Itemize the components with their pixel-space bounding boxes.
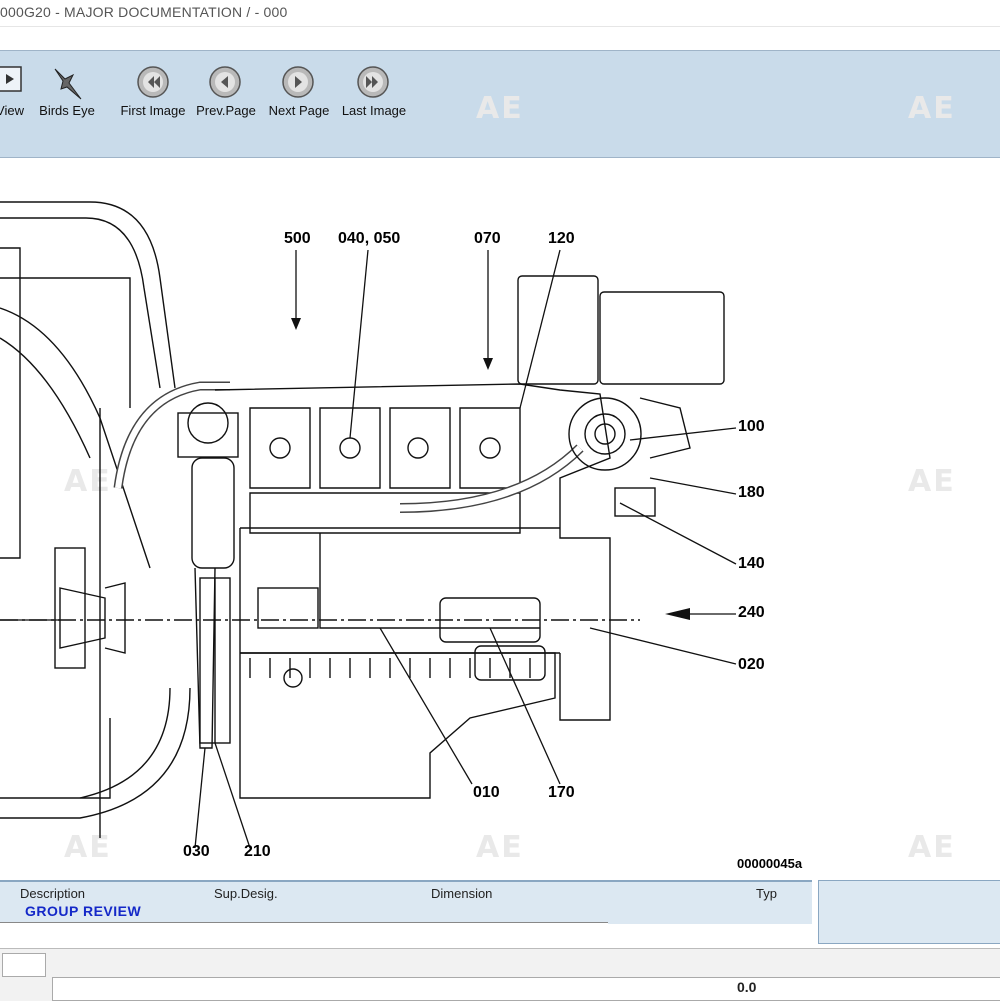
prev-page-button[interactable]: Prev.Page [192,59,260,127]
callout-label[interactable]: 040, 050 [338,230,400,248]
side-panel [818,880,1000,944]
callout-label[interactable]: 210 [244,843,271,861]
view-button-label: View [0,103,24,118]
view-button[interactable]: View [0,59,34,127]
birds-eye-button[interactable]: Birds Eye [36,59,98,127]
callout-label[interactable]: 120 [548,230,575,248]
title-bar: 000G20 - MAJOR DOCUMENTATION / - 000 [0,0,1000,26]
status-bar: 0.0 [0,948,1000,1001]
drawing-id: 00000045a [737,856,803,871]
column-dimension[interactable]: Dimension [431,886,492,901]
coordinates-readout: 0.0 [737,979,757,995]
column-description[interactable]: Description [20,886,85,901]
last-image-label: Last Image [341,103,407,118]
callout-label[interactable]: 070 [474,230,501,248]
callout-label[interactable]: 180 [738,484,765,502]
prev-icon [208,65,242,104]
menu-area [0,26,1000,51]
callout-label[interactable]: 170 [548,784,575,802]
next-page-label: Next Page [268,103,330,118]
first-image-label: First Image [120,103,186,118]
birds-eye-label: Birds Eye [39,103,95,118]
last-icon [356,65,390,104]
watermark: AE [476,91,524,126]
scrollbar-area[interactable] [0,922,608,943]
window-title: 000G20 - MAJOR DOCUMENTATION / - 000 [0,4,288,20]
engine-drawing-viewer[interactable]: AE AE AE AE AE 500 040, 050 070 120 100 … [0,158,1000,880]
next-icon [281,65,315,104]
bird-icon [51,65,85,106]
callout-label[interactable]: 010 [473,784,500,802]
column-sup-desig[interactable]: Sup.Desig. [214,886,278,901]
next-page-button[interactable]: Next Page [266,59,332,127]
first-icon [136,65,170,104]
column-typ[interactable]: Typ [756,886,777,901]
status-field [52,977,1000,1001]
toolbar: View Birds Eye First Image Prev.Page Nex… [0,50,1000,134]
status-field [2,953,46,977]
group-review-label[interactable]: GROUP REVIEW [25,903,141,919]
view-icon [0,65,24,100]
callout-label[interactable]: 020 [738,656,765,674]
prev-page-label: Prev.Page [196,103,256,118]
callout-label[interactable]: 140 [738,555,765,573]
sub-toolbar [0,133,1000,158]
callout-label[interactable]: 240 [738,604,765,622]
callout-label[interactable]: 100 [738,418,765,436]
watermark: AE [908,91,956,126]
last-image-button[interactable]: Last Image [338,59,410,127]
first-image-button[interactable]: First Image [118,59,188,127]
callout-label[interactable]: 500 [284,230,311,248]
engine-drawing [0,201,737,849]
parts-table-header: Description Sup.Desig. Dimension Typ GRO… [0,880,812,924]
callout-label[interactable]: 030 [183,843,210,861]
